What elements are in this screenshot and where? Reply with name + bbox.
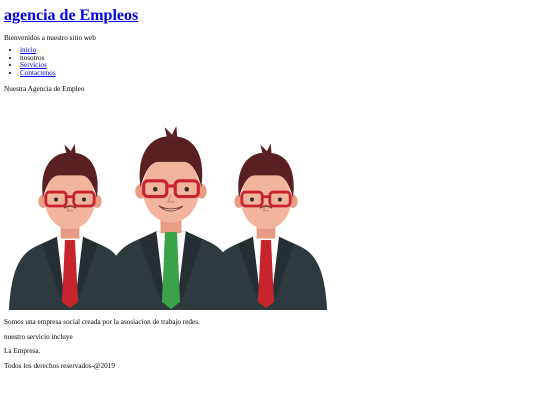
paragraph-services: nuestro servicio incluye [4,333,73,341]
footer-copyright: Todos los derechos reservados-@2019 [4,362,115,370]
page: agencia de Empleos Bienvenidos a nuestro… [0,0,540,405]
main-nav: inicio nosotros Servicios Contactenos [20,46,56,78]
site-title: agencia de Empleos [4,6,138,26]
site-title-link[interactable]: agencia de Empleos [4,7,138,24]
three-businessmen-illustration [8,124,329,310]
welcome-text: Bienvenidos a nuestro sitio web [4,34,96,42]
nav-item-contactenos: Contactenos [20,69,56,78]
section-heading: Nuestra Agencia de Empleo [4,85,85,93]
businessman-center-icon [100,124,242,310]
paragraph-company: La Empresa. [4,347,41,355]
paragraph-intro: Somos una empresa social creada por la a… [4,318,200,326]
nav-link-contactenos[interactable]: Contactenos [20,69,56,77]
